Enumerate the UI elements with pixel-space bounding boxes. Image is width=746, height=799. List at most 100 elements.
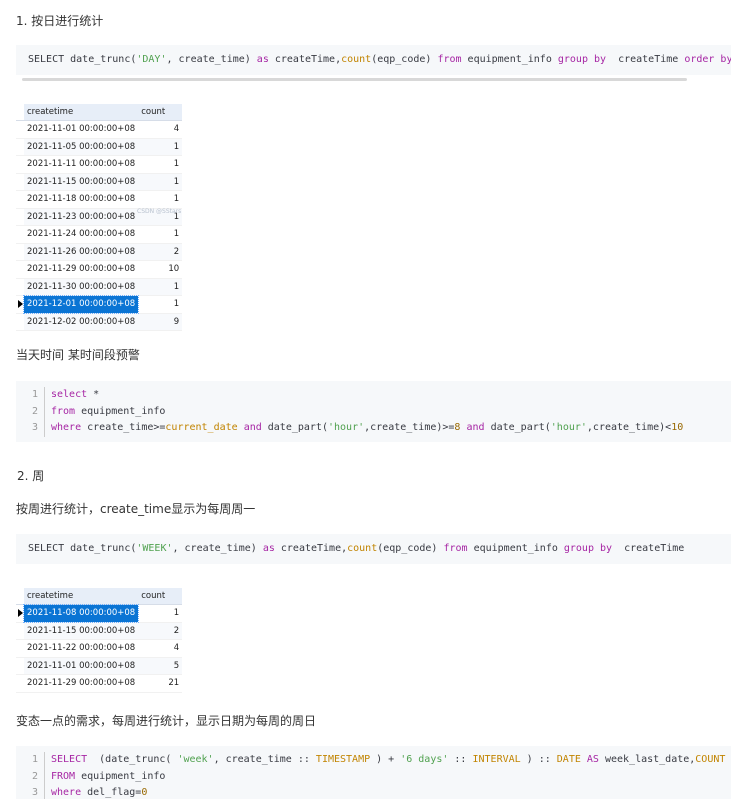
code-token: COUNT [695, 754, 726, 765]
row-gutter [16, 120, 24, 139]
table-row[interactable]: 2021-11-18 00:00:00+08 1 [16, 190, 183, 209]
cell-createtime[interactable]: 2021-11-15 00:00:00+08 [24, 173, 139, 191]
cell-count[interactable]: 1 [138, 138, 183, 156]
cell-count[interactable]: 1 [138, 173, 183, 191]
cell-count[interactable]: 5 [138, 657, 183, 675]
cell-createtime[interactable]: 2021-11-18 00:00:00+08 [24, 190, 139, 209]
result-grid-week: createtime count 2021-11-08 00:00:00+08 1 20… [16, 588, 183, 693]
code-line: 1 select * [16, 387, 731, 404]
row-gutter [16, 313, 24, 331]
cell-createtime[interactable]: 2021-11-30 00:00:00+08 [24, 278, 139, 296]
code-token: date_part( [261, 422, 328, 433]
cell-createtime[interactable]: 2021-11-05 00:00:00+08 [24, 138, 139, 156]
table-row[interactable]: 2021-11-30 00:00:00+08 1 [16, 278, 183, 296]
code-token: 'DAY' [136, 54, 167, 65]
cell-createtime[interactable]: 2021-11-01 00:00:00+08 [24, 657, 139, 675]
result-grid-day: createtime count 2021-11-01 00:00:00+08 4 20… [16, 104, 183, 331]
code-scrollbar[interactable] [22, 78, 687, 81]
code-text: FROM equipment_info [51, 769, 165, 786]
code-token: ) :: [520, 754, 557, 765]
cell-createtime[interactable]: 2021-11-01 00:00:00+08 [24, 120, 139, 139]
cell-createtime[interactable]: 2021-11-11 00:00:00+08 [24, 155, 139, 174]
table-row[interactable]: 2021-11-15 00:00:00+08 1 [16, 173, 183, 191]
cell-count[interactable]: 1 [138, 225, 183, 244]
cell-count[interactable]: 1 [138, 278, 183, 296]
row-gutter [16, 657, 24, 675]
cell-createtime[interactable]: 2021-11-22 00:00:00+08 [24, 639, 139, 658]
row-gutter [16, 674, 24, 693]
code-token: group by [557, 54, 607, 65]
code-block-week[interactable]: SELECT date_trunc('WEEK', create_time) a… [16, 534, 731, 564]
code-token: createTime, [268, 54, 342, 65]
cell-count[interactable]: 1 [138, 190, 183, 209]
code-token: and [243, 422, 262, 433]
code-token: 'hour' [327, 422, 365, 433]
table-row[interactable]: 2021-11-01 00:00:00+08 5 [16, 657, 183, 675]
row-gutter [16, 190, 24, 209]
table-row[interactable]: 2021-11-22 00:00:00+08 4 [16, 639, 183, 658]
row-gutter [16, 104, 24, 121]
cell-createtime[interactable]: 2021-11-23 00:00:00+08 [24, 208, 139, 226]
table-row[interactable]: 2021-12-02 00:00:00+08 9 [16, 313, 183, 331]
line-number: 1 [16, 752, 45, 769]
code-token: as [256, 54, 269, 65]
column-header-createtime[interactable]: createtime [24, 588, 139, 605]
cell-count[interactable]: 4 [138, 639, 183, 658]
code-token: from [51, 405, 76, 417]
cell-count[interactable]: 9 [138, 313, 183, 331]
grid-header-row: createtime count [16, 104, 183, 121]
column-header-createtime[interactable]: createtime [24, 104, 139, 121]
cell-count[interactable]: 21 [138, 674, 183, 693]
cell-count[interactable]: 10 [138, 260, 183, 279]
cell-createtime[interactable]: 2021-12-01 00:00:00+08 [22, 294, 140, 314]
code-token: week_last_date, [598, 754, 696, 765]
table-row[interactable]: 2021-11-11 00:00:00+08 1 [16, 155, 183, 174]
cell-count[interactable]: 1 [138, 604, 183, 623]
table-row[interactable]: 2021-11-29 00:00:00+08 10 [16, 260, 183, 279]
code-token: equipment_info [467, 543, 564, 554]
code-token: count [347, 543, 378, 554]
code-block-alert[interactable]: 1 select * 2 from equipment_info 3 where crea… [16, 381, 731, 442]
code-token: TIMESTAMP [315, 754, 371, 765]
table-row[interactable]: 2021-11-15 00:00:00+08 2 [16, 622, 183, 640]
code-line: 2 FROM equipment_info [16, 768, 731, 786]
table-row[interactable]: 2021-11-24 00:00:00+08 1 [16, 225, 183, 244]
cell-count[interactable]: 4 [138, 120, 183, 139]
code-block-day[interactable]: SELECT date_trunc('DAY', create_time) as… [16, 45, 731, 75]
table-row[interactable]: 2021-11-26 00:00:00+08 2 [16, 243, 183, 261]
code-token: (eqp_code) [377, 543, 444, 554]
cell-createtime[interactable]: 2021-11-08 00:00:00+08 [22, 603, 140, 623]
code-token: FROM [51, 770, 76, 782]
table-row[interactable]: 2021-11-29 00:00:00+08 21 [16, 674, 183, 693]
cell-count[interactable]: 1 [138, 155, 183, 174]
table-row[interactable]: 2021-12-01 00:00:00+08 1 [16, 294, 183, 314]
row-gutter [16, 622, 24, 640]
cell-createtime[interactable]: 2021-11-24 00:00:00+08 [24, 225, 139, 244]
code-token: where [51, 422, 82, 433]
code-token: AS [586, 754, 599, 765]
table-row[interactable]: 2021-11-05 00:00:00+08 1 [16, 138, 183, 156]
column-header-count[interactable]: count [138, 104, 183, 121]
cell-createtime[interactable]: 2021-11-29 00:00:00+08 [24, 260, 139, 279]
cell-count[interactable]: 2 [138, 622, 183, 640]
code-token: create_time>= [81, 422, 166, 433]
code-token: (eqp_code) [371, 54, 438, 65]
code-token: SELECT date_trunc( [28, 54, 137, 65]
row-gutter [16, 208, 24, 226]
cell-count[interactable]: 2 [138, 243, 183, 261]
cell-createtime[interactable]: 2021-11-29 00:00:00+08 [24, 674, 139, 693]
current-row-arrow-icon [17, 608, 23, 617]
code-line: 2 from equipment_info [16, 403, 731, 420]
code-text: where create_time>=current_date and date… [51, 420, 683, 437]
cell-createtime[interactable]: 2021-11-26 00:00:00+08 [24, 243, 139, 261]
cell-createtime[interactable]: 2021-12-02 00:00:00+08 [24, 313, 139, 331]
table-row[interactable]: 2021-11-08 00:00:00+08 1 [16, 603, 183, 623]
column-header-count[interactable]: count [138, 588, 183, 605]
table-row[interactable]: 2021-11-01 00:00:00+08 4 [16, 120, 183, 139]
cell-count[interactable]: 1 [138, 295, 183, 314]
code-text: select * [51, 387, 99, 404]
code-token: ) + [370, 754, 401, 765]
cell-createtime[interactable]: 2021-11-15 00:00:00+08 [24, 622, 139, 640]
code-token: and [466, 422, 485, 433]
code-block-sunday[interactable]: 1 SELECT (date_trunc( 'week', create_time… [16, 746, 731, 799]
